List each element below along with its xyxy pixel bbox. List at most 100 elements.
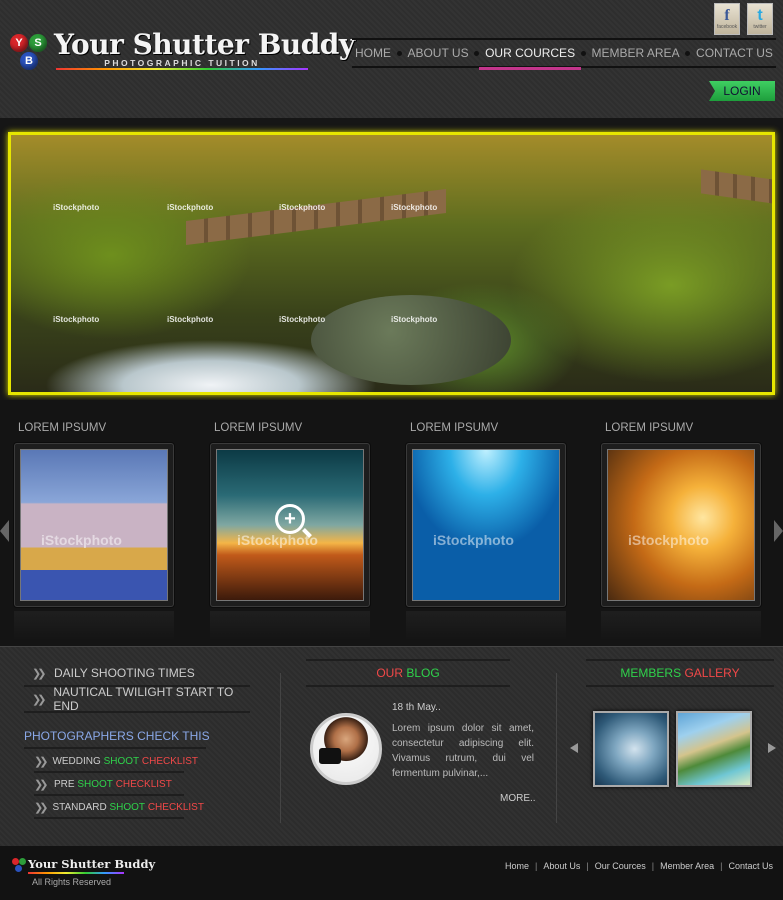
card-image-sunset: + iStockphoto	[216, 449, 364, 601]
facebook-button[interactable]: f facebook	[714, 3, 740, 35]
footer-link-home[interactable]: Home	[505, 861, 529, 871]
members-gallery-thumb[interactable]	[676, 711, 752, 787]
hero-banner-image: iStockphoto iStockphoto iStockphoto iSto…	[8, 132, 775, 395]
checklist-post: CHECKLIST	[141, 755, 199, 767]
blog-excerpt: Lorem ipsum dolor sit amet, consectetur …	[392, 723, 534, 779]
banner-watermark: iStockphoto	[391, 203, 438, 212]
nav-home[interactable]: HOME	[352, 46, 394, 60]
banner-rocks	[311, 295, 511, 385]
banner-watermark: iStockphoto	[53, 315, 100, 324]
banner-watermark: iStockphoto	[167, 315, 214, 324]
banner-watermark: iStockphoto	[53, 203, 100, 212]
nav-contact-us[interactable]: CONTACT US	[693, 46, 776, 60]
footer-link-contact-us[interactable]: Contact Us	[728, 861, 773, 871]
logo-ball-y: Y	[10, 34, 28, 52]
card-watermark: iStockphoto	[237, 532, 318, 548]
card-reflection	[601, 611, 761, 641]
banner-watermark: iStockphoto	[279, 315, 326, 324]
nav-separator	[396, 50, 402, 56]
card-title: LOREM IPSUMV	[410, 422, 499, 434]
chevron-right-icon: ❯❯	[34, 755, 49, 768]
members-gallery-thumb[interactable]	[593, 711, 669, 787]
members-gallery-heading-a: MEMBERS	[620, 666, 682, 680]
footer-link-member-area[interactable]: Member Area	[660, 861, 714, 871]
link-label: NAUTICAL TWILIGHT START TO END	[53, 685, 234, 713]
card-image-girl-light: iStockphoto	[607, 449, 755, 601]
content-section: ❯❯ DAILY SHOOTING TIMES ❯❯ NAUTICAL TWIL…	[0, 646, 783, 846]
checklist-heading-rule	[24, 747, 206, 749]
banner-section: iStockphoto iStockphoto iStockphoto iSto…	[0, 118, 783, 400]
card-reflection	[14, 611, 174, 641]
footer-logo-ball	[15, 865, 22, 872]
logo-title: Your Shutter Buddy	[54, 28, 355, 61]
card-watermark: iStockphoto	[628, 532, 709, 548]
chevron-right-icon: ❯❯	[34, 778, 48, 791]
blog-author-avatar	[310, 713, 382, 785]
members-gallery-heading-b: GALLERY	[684, 666, 740, 680]
gallery-card: LOREM IPSUMV iStockphoto	[406, 422, 568, 641]
twitter-icon: t	[757, 7, 763, 24]
site-header: Y S B Your Shutter Buddy PHOTOGRAPHIC TU…	[0, 0, 783, 118]
footer-logo-rule	[28, 872, 124, 874]
footer-separator: |	[720, 861, 723, 871]
nav-member-area[interactable]: MEMBER AREA	[589, 46, 683, 60]
members-gallery-next-icon[interactable]	[768, 743, 776, 753]
footer-logo[interactable]: Your Shutter Buddy	[12, 857, 155, 874]
members-gallery-heading: MEMBERS GALLERY	[586, 659, 774, 687]
footer-separator: |	[651, 861, 655, 871]
card-reflection	[406, 611, 566, 641]
login-button[interactable]: LOGIN	[709, 81, 775, 101]
nav-separator	[685, 50, 691, 56]
twitter-button[interactable]: t twitter	[747, 3, 773, 35]
logo-subtitle: PHOTOGRAPHIC TUITION	[56, 59, 308, 70]
footer-link-about-us[interactable]: About Us	[543, 861, 580, 871]
camera-icon	[319, 748, 341, 764]
card-frame[interactable]: + iStockphoto	[210, 443, 370, 607]
gallery-prev-arrow-icon[interactable]	[0, 520, 9, 542]
column-divider	[556, 673, 557, 823]
checklist-pre: WEDDING	[52, 755, 101, 767]
link-label: DAILY SHOOTING TIMES	[54, 666, 195, 680]
nav-our-cources[interactable]: OUR COURCES	[479, 46, 582, 70]
checklist-mid: SHOOT	[103, 755, 140, 767]
gallery-next-arrow-icon[interactable]	[774, 520, 783, 542]
featured-gallery: LOREM IPSUMV iStockphoto LOREM IPSUMV + …	[0, 400, 783, 646]
checklist-item-standard[interactable]: ❯❯ STANDARD SHOOT CHECKLIST	[34, 797, 204, 819]
banner-watermark: iStockphoto	[167, 203, 214, 212]
checklist-heading: PHOTOGRAPHERS CHECK THIS	[24, 729, 210, 743]
nav-about-us[interactable]: ABOUT US	[404, 46, 471, 60]
twitter-caption: twitter	[753, 24, 767, 30]
link-daily-shooting-times[interactable]: ❯❯ DAILY SHOOTING TIMES	[24, 661, 250, 687]
card-watermark: iStockphoto	[433, 532, 514, 548]
facebook-icon: f	[724, 7, 730, 24]
gallery-card: LOREM IPSUMV iStockphoto	[14, 422, 176, 641]
checklist-pre: STANDARD	[52, 801, 107, 813]
card-image-water: iStockphoto	[412, 449, 560, 601]
checklist-item-wedding[interactable]: ❯❯ WEDDING SHOOT CHECKLIST	[34, 751, 198, 773]
zoom-icon[interactable]: +	[275, 504, 305, 534]
checklist-item-pre[interactable]: ❯❯ PRE SHOOT CHECKLIST	[34, 774, 184, 796]
nav-separator	[580, 50, 586, 56]
blog-more-link[interactable]: MORE..	[500, 793, 536, 804]
blog-heading: OUR BLOG	[306, 659, 510, 687]
site-logo[interactable]: Y S B Your Shutter Buddy PHOTOGRAPHIC TU…	[10, 28, 355, 74]
blog-heading-b: BLOG	[406, 666, 440, 680]
main-nav: HOME ABOUT US OUR COURCES MEMBER AREA CO…	[352, 38, 776, 70]
logo-ball-b: B	[20, 52, 38, 70]
footer-copyright: All Rights Reserved	[32, 877, 112, 887]
checklist-mid: SHOOT	[77, 778, 113, 790]
footer-logo-ball	[12, 858, 19, 865]
footer-link-our-cources[interactable]: Our Cources	[595, 861, 646, 871]
members-gallery-prev-icon[interactable]	[570, 743, 578, 753]
card-frame[interactable]: iStockphoto	[406, 443, 566, 607]
card-image-madrid: iStockphoto	[20, 449, 168, 601]
link-nautical-twilight[interactable]: ❯❯ NAUTICAL TWILIGHT START TO END	[24, 685, 250, 713]
footer-separator: |	[535, 861, 538, 871]
card-title: LOREM IPSUMV	[214, 422, 303, 434]
blog-date: 18 th May..	[392, 702, 441, 713]
footer-logo-ball	[19, 858, 26, 865]
card-title: LOREM IPSUMV	[18, 422, 107, 434]
card-frame[interactable]: iStockphoto	[14, 443, 174, 607]
gallery-card: LOREM IPSUMV + iStockphoto	[210, 422, 372, 641]
card-frame[interactable]: iStockphoto	[601, 443, 761, 607]
